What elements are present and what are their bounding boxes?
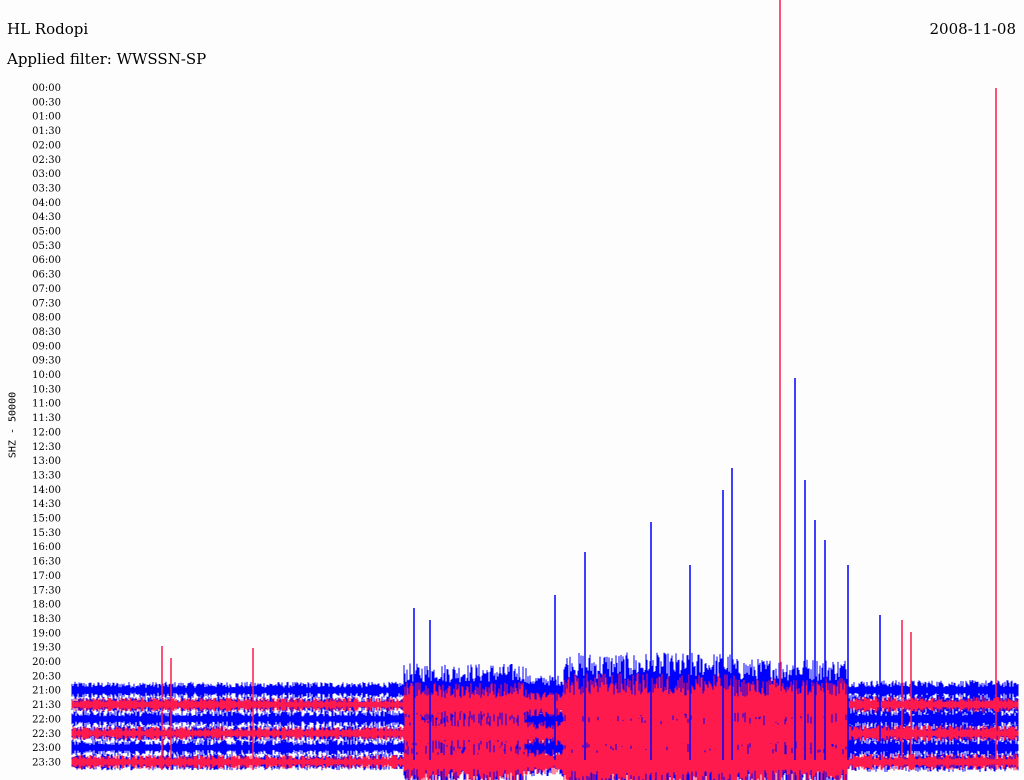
y-tick-label: 12:00 bbox=[32, 427, 61, 438]
y-tick-label: 11:30 bbox=[32, 413, 61, 424]
y-tick-label: 16:30 bbox=[32, 557, 61, 568]
y-tick-label: 14:00 bbox=[32, 485, 61, 496]
y-tick-label: 22:30 bbox=[32, 729, 61, 740]
y-tick-label: 14:30 bbox=[32, 499, 61, 510]
y-tick-label: 02:30 bbox=[32, 155, 61, 166]
y-tick-label: 12:30 bbox=[32, 442, 61, 453]
y-tick-label: 13:00 bbox=[32, 456, 61, 467]
y-tick-label: 08:00 bbox=[32, 313, 61, 324]
y-tick-label: 16:00 bbox=[32, 542, 61, 553]
y-tick-label: 20:30 bbox=[32, 671, 61, 682]
y-tick-label: 05:30 bbox=[32, 241, 61, 252]
y-tick-label: 10:30 bbox=[32, 384, 61, 395]
y-tick-label: 17:00 bbox=[32, 571, 61, 582]
y-tick-label: 09:00 bbox=[32, 341, 61, 352]
y-tick-label: 07:30 bbox=[32, 298, 61, 309]
y-tick-label: 21:00 bbox=[32, 686, 61, 697]
y-tick-label: 06:30 bbox=[32, 270, 61, 281]
y-tick-label: 06:00 bbox=[32, 255, 61, 266]
y-tick-label: 05:00 bbox=[32, 227, 61, 238]
y-tick-label: 19:30 bbox=[32, 643, 61, 654]
y-tick-label: 10:00 bbox=[32, 370, 61, 381]
y-tick-label: 03:00 bbox=[32, 169, 61, 180]
y-tick-label: 02:00 bbox=[32, 140, 61, 151]
y-tick-label: 04:30 bbox=[32, 212, 61, 223]
y-tick-label: 01:00 bbox=[32, 112, 61, 123]
y-tick-label: 15:00 bbox=[32, 514, 61, 525]
y-tick-label: 03:30 bbox=[32, 183, 61, 194]
y-tick-label: 21:30 bbox=[32, 700, 61, 711]
y-tick-label: 22:00 bbox=[32, 714, 61, 725]
y-tick-label: 07:00 bbox=[32, 284, 61, 295]
y-tick-label: 11:00 bbox=[32, 399, 61, 410]
y-tick-label: 01:30 bbox=[32, 126, 61, 137]
y-tick-label: 18:00 bbox=[32, 600, 61, 611]
y-tick-label: 18:30 bbox=[32, 614, 61, 625]
y-tick-label: 08:30 bbox=[32, 327, 61, 338]
helicorder-plot: 00:00 00:30 01:00 01:30 02:00 02:30 03:00 03:30… bbox=[32, 0, 1019, 780]
y-tick-label: 13:30 bbox=[32, 470, 61, 481]
y-tick-label: 23:30 bbox=[32, 757, 61, 768]
y-tick-label: 17:30 bbox=[32, 585, 61, 596]
y-tick-label: 04:00 bbox=[32, 198, 61, 209]
y-tick-label: 23:00 bbox=[32, 743, 61, 754]
y-tick-label: 00:30 bbox=[32, 97, 61, 108]
y-tick-label: 20:00 bbox=[32, 657, 61, 668]
y-tick-label: 15:30 bbox=[32, 528, 61, 539]
y-tick-label: 09:30 bbox=[32, 356, 61, 367]
y-tick-label: 19:00 bbox=[32, 628, 61, 639]
y-tick-label: 00:00 bbox=[32, 83, 61, 94]
